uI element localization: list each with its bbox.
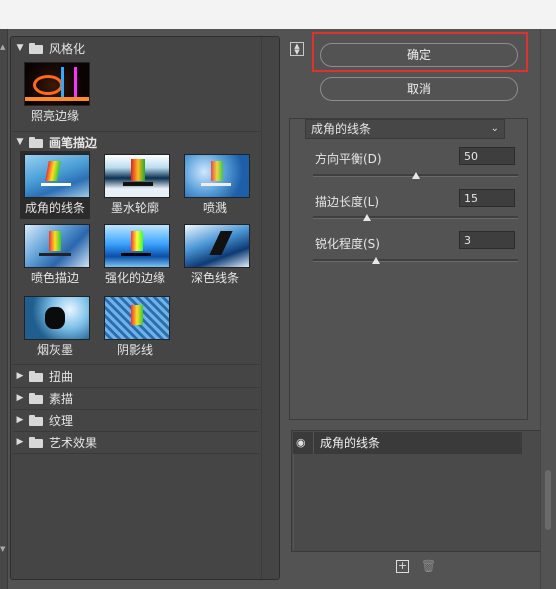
scroll-down-icon[interactable]: ▼ [0,545,5,553]
highlight-box [312,32,528,72]
expand-triangle-icon[interactable]: ▼ [11,137,29,147]
category-sketch[interactable]: ▶ 素描 [11,388,259,408]
thumbnail-image [184,154,250,198]
filter-thumb-glowing-edges[interactable]: 照亮边缘 [20,59,90,127]
expand-triangle-icon[interactable]: ▶ [11,415,29,425]
stroke-length-slider[interactable] [313,216,518,219]
filter-thumb-accented-edges[interactable]: 强化的边缘 [100,221,170,289]
category-texture[interactable]: ▶ 纹理 [11,410,259,430]
stroke-length-input[interactable]: 15 [459,189,515,207]
filter-gallery: ▼ 风格化 照亮边缘 ▼ 画笔描边 成角的线条 墨水轮廓 喷溅 喷色描边 强化的… [10,36,280,580]
thumbnail-image [104,154,170,198]
direction-balance-input[interactable]: 50 [459,147,515,165]
thumbnail-image [24,224,90,268]
layer-empty-area [293,454,523,549]
expand-triangle-icon[interactable]: ▶ [11,371,29,381]
direction-balance-label: 方向平衡(D) [315,152,382,166]
folder-icon [29,371,43,382]
thumbnail-image [24,62,90,106]
new-effect-layer-icon[interactable]: + [396,560,409,573]
scroll-up-icon[interactable]: ▲ [0,43,5,51]
expand-triangle-icon[interactable]: ▶ [11,437,29,447]
filter-thumb-ink-outlines[interactable]: 墨水轮廓 [100,151,170,219]
filter-thumb-sumi-e[interactable]: 烟灰墨 [20,293,90,361]
filter-thumb-angled-strokes[interactable]: 成角的线条 [20,151,90,219]
category-brush-strokes[interactable]: ▼ 画笔描边 [11,132,259,152]
expand-triangle-icon[interactable]: ▶ [11,393,29,403]
expand-triangle-icon[interactable]: ▼ [11,43,29,53]
stroke-length-label: 描边长度(L) [315,195,380,209]
filter-thumb-sprayed-strokes[interactable]: 喷色描边 [20,221,90,289]
chevron-down-icon: ⌄ [490,123,499,134]
layer-divider [313,432,314,454]
filter-thumb-dark-strokes[interactable]: 深色线条 [180,221,250,289]
folder-icon [29,137,43,148]
window-titlebar [0,0,556,29]
thumbnail-image [104,296,170,340]
filter-thumb-crosshatch[interactable]: 阴影线 [100,293,170,361]
scrollbar-thumb[interactable] [545,470,551,530]
direction-balance-handle[interactable] [412,172,420,179]
sharpness-handle[interactable] [372,257,380,264]
thumbnail-image [104,224,170,268]
stroke-length-handle[interactable] [363,214,371,221]
folder-icon [29,393,43,404]
filter-thumb-spatter[interactable]: 喷溅 [180,151,250,219]
sharpness-input[interactable]: 3 [459,231,515,249]
folder-icon [29,437,43,448]
category-artistic[interactable]: ▶ 艺术效果 [11,432,259,452]
sharpness-slider[interactable] [313,259,518,262]
gallery-scrollbar[interactable] [261,37,279,579]
collapse-icon[interactable]: ▲ ▼ [290,42,304,56]
category-divider [13,364,259,365]
effect-layer-name: 成角的线条 [320,436,381,450]
thumbnail-image [24,296,90,340]
folder-icon [29,43,43,54]
filter-select[interactable]: 成角的线条 ⌄ [305,119,505,139]
thumbnail-image [184,224,250,268]
category-divider [13,453,259,454]
category-stylize[interactable]: ▼ 风格化 [11,38,259,58]
folder-icon [29,415,43,426]
eye-icon[interactable]: ◉ [296,436,310,450]
category-distort[interactable]: ▶ 扭曲 [11,366,259,386]
thumbnail-image [24,154,90,198]
trash-icon[interactable]: 🗑 [421,559,436,573]
cancel-button[interactable]: 取消 [320,77,518,101]
sharpness-label: 锐化程度(S) [315,237,380,251]
left-scroll-strip[interactable]: ▲ ▼ [0,29,8,589]
